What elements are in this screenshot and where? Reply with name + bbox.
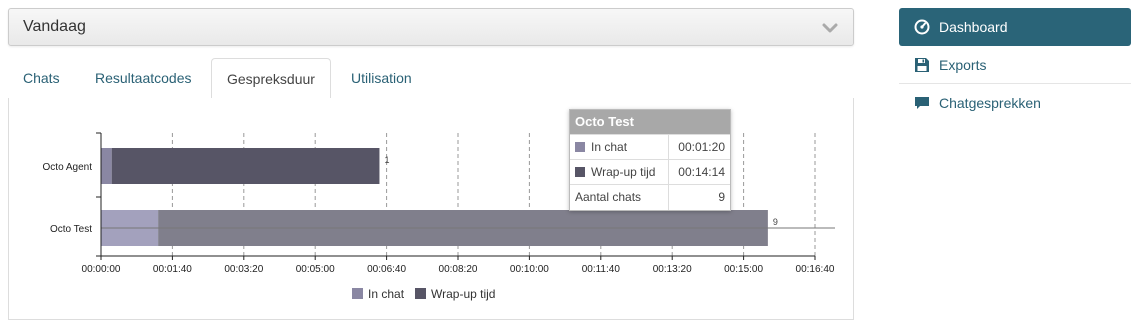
x-tick-label: 00:06:40: [367, 264, 406, 275]
dashboard-gauge-icon: [914, 19, 930, 35]
x-tick-label: 00:13:20: [653, 264, 692, 275]
x-tick-label: 00:10:00: [510, 264, 549, 275]
in-chat-swatch: [575, 142, 585, 152]
nav-item-dashboard[interactable]: Dashboard: [899, 8, 1131, 46]
x-tick-label: 00:01:40: [153, 264, 192, 275]
nav-item-exports[interactable]: Exports: [899, 46, 1131, 84]
chart-tooltip: Octo Test In chat 00:01:20 Wrap-up tijd …: [569, 109, 731, 211]
tooltip-title: Octo Test: [570, 110, 730, 134]
tooltip-row-label: In chat: [591, 140, 628, 154]
x-tick-label: 00:08:20: [439, 264, 478, 275]
nav-item-label: Dashboard: [939, 19, 1008, 35]
tooltip-row-label: Aantal chats: [570, 184, 668, 210]
bar-data-label: 9: [773, 217, 778, 227]
bar-data-label: 1: [384, 155, 389, 165]
tooltip-row-value: 00:14:14: [667, 159, 730, 185]
tooltip-row: Aantal chats 9: [570, 184, 730, 210]
tooltip-row: In chat 00:01:20: [570, 134, 730, 160]
nav-item-label: Chatgesprekken: [939, 95, 1041, 111]
nav-item-chatgesprekken[interactable]: Chatgesprekken: [899, 84, 1131, 122]
x-tick-label: 00:15:00: [724, 264, 763, 275]
tab-resultaatcodes[interactable]: Resultaatcodes: [80, 58, 207, 99]
bar-wrap-up-octo-agent: [111, 148, 380, 184]
bar-in-chat-octo-agent: [101, 148, 112, 184]
wrap-up-swatch: [575, 167, 585, 177]
x-tick-label: 00:16:40: [796, 264, 835, 275]
floppy-disk-icon: [915, 58, 929, 72]
y-category-label: Octo Test: [50, 224, 92, 235]
tooltip-row-label: Wrap-up tijd: [591, 165, 656, 179]
legend-swatch: [352, 288, 363, 299]
x-tick-label: 00:05:00: [296, 264, 335, 275]
legend-label: Wrap-up tijd: [431, 287, 495, 301]
tab-chats[interactable]: Chats: [8, 58, 75, 99]
nav-item-label: Exports: [939, 57, 987, 73]
legend-label: In chat: [368, 287, 405, 301]
tab-bar: Chats Resultaatcodes Gespreksduur Utilis…: [8, 58, 854, 100]
tooltip-row-value: 00:01:20: [667, 134, 730, 160]
tooltip-row: Wrap-up tijd 00:14:14: [570, 159, 730, 185]
tab-utilisation[interactable]: Utilisation: [336, 58, 427, 99]
period-select-label: Vandaag: [23, 18, 86, 35]
x-tick-label: 00:00:00: [82, 264, 121, 275]
tab-gespreksduur[interactable]: Gespreksduur: [211, 58, 331, 100]
x-tick-label: 00:11:40: [582, 264, 621, 275]
y-category-label: Octo Agent: [43, 162, 93, 173]
chat-bubble-icon: [915, 97, 929, 109]
side-nav: Dashboard Exports Chatgesprekken: [899, 8, 1131, 122]
legend-swatch: [415, 288, 426, 299]
x-tick-label: 00:03:20: [224, 264, 263, 275]
tooltip-table: In chat 00:01:20 Wrap-up tijd 00:14:14 A…: [570, 134, 730, 210]
tooltip-row-value: 9: [667, 184, 730, 210]
period-select[interactable]: Vandaag: [8, 8, 854, 46]
chevron-down-icon: [822, 23, 838, 33]
